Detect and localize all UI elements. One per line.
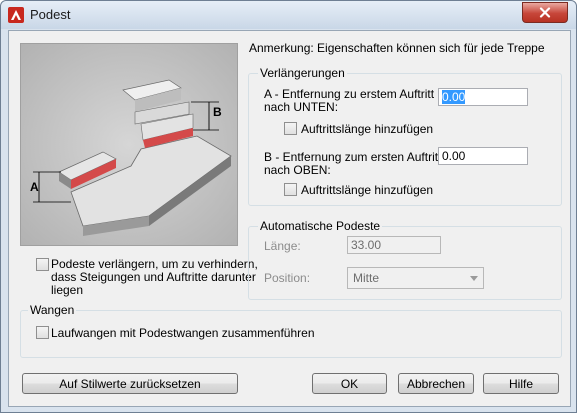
window-title: Podest xyxy=(30,7,71,22)
close-button[interactable] xyxy=(522,2,568,23)
dialog-window: Podest A B Anmerkung: Eigenschaften könn… xyxy=(0,0,577,413)
b-distance-value: 0.00 xyxy=(442,149,466,163)
note-text: Anmerkung: Eigenschaften können sich für… xyxy=(249,41,545,55)
landing-illustration: A B xyxy=(20,43,238,246)
extend-landings-label-line3: liegen xyxy=(51,283,84,297)
a-add-tread-label: Auftrittslänge hinzufügen xyxy=(301,122,434,136)
length-label: Länge: xyxy=(264,239,301,253)
a-distance-label-line2: nach UNTEN: xyxy=(264,100,339,114)
dialog-client-area: A B Anmerkung: Eigenschaften können sich… xyxy=(8,30,571,407)
stair-landing-drawing: A B xyxy=(21,44,237,245)
extend-landings-checkbox[interactable] xyxy=(36,258,49,271)
dimension-b-label: B xyxy=(213,105,222,119)
b-distance-label-line1: B - Entfernung zum ersten Auftritt xyxy=(264,150,442,164)
position-value: Mitte xyxy=(353,271,380,285)
dimension-a-label: A xyxy=(30,180,39,194)
help-button[interactable]: Hilfe xyxy=(483,373,559,394)
extend-landings-label-line2: dass Steigungen und Auftritte darunter xyxy=(51,270,256,284)
merge-stringers-label: Laufwangen mit Podestwangen zusammenführ… xyxy=(51,326,315,340)
length-value: 33.00 xyxy=(351,238,382,252)
reset-to-style-button[interactable]: Auf Stilwerte zurücksetzen xyxy=(22,373,238,394)
chevron-down-icon xyxy=(470,276,478,281)
stringers-legend: Wangen xyxy=(28,303,77,317)
cancel-button[interactable]: Abbrechen xyxy=(398,373,474,394)
close-icon xyxy=(539,7,551,18)
position-select[interactable]: Mitte xyxy=(347,267,484,289)
length-input[interactable]: 33.00 xyxy=(347,236,441,254)
extend-landings-label-line1: Podeste verlängern, um zu verhindern, xyxy=(51,257,258,271)
b-add-tread-label: Auftrittslänge hinzufügen xyxy=(301,183,434,197)
ok-button[interactable]: OK xyxy=(312,373,387,394)
a-distance-input[interactable]: 0.00 xyxy=(438,88,528,106)
b-add-tread-checkbox[interactable] xyxy=(284,183,297,196)
auto-landings-legend: Automatische Podeste xyxy=(258,219,383,233)
verlaengerungen-legend: Verlängerungen xyxy=(258,66,347,80)
merge-stringers-checkbox[interactable] xyxy=(36,326,49,339)
title-bar[interactable]: Podest xyxy=(1,1,576,29)
b-distance-label-line2: nach OBEN: xyxy=(264,163,331,177)
position-label: Position: xyxy=(264,271,311,285)
a-distance-label-line1: A - Entfernung zu erstem Auftritt xyxy=(264,87,435,101)
a-distance-value: 0.00 xyxy=(442,90,466,104)
a-add-tread-checkbox[interactable] xyxy=(284,122,297,135)
b-distance-input[interactable]: 0.00 xyxy=(438,147,528,165)
autocad-app-icon xyxy=(8,7,24,23)
